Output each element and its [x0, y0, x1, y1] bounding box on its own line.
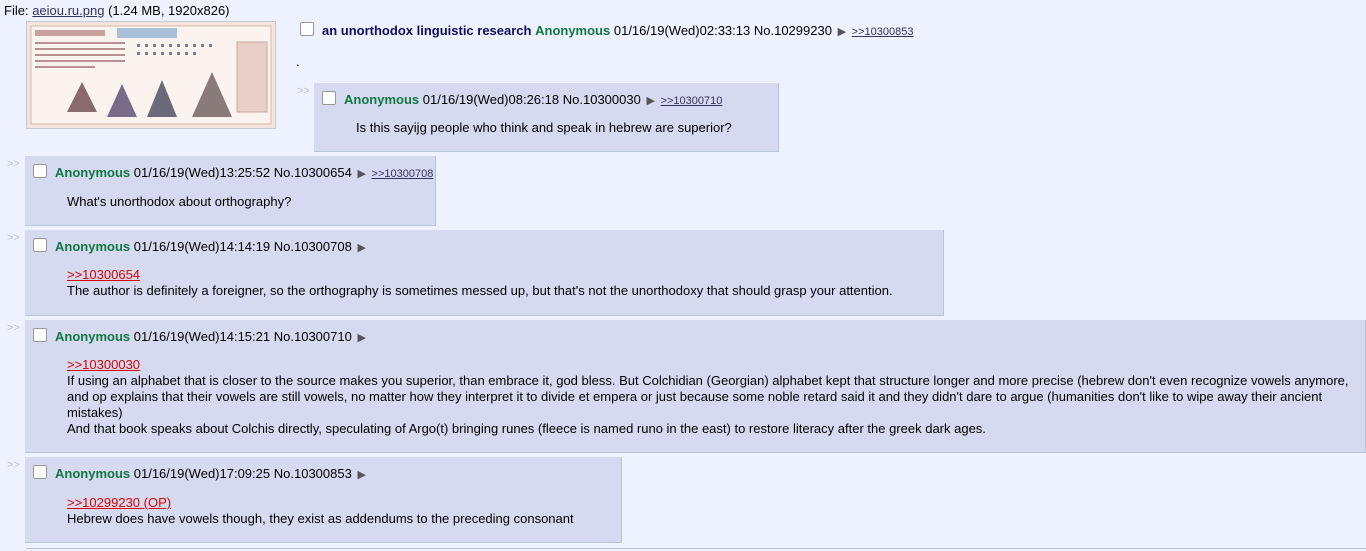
reply-select-checkbox[interactable] [33, 238, 47, 252]
file-meta: (1.24 MB, 1920x826) [108, 3, 230, 18]
op-menu-arrow-icon[interactable]: ▶ [838, 26, 846, 38]
message-line: What's unorthodox about orthography? [67, 194, 292, 209]
post-datetime: 01/16/19(Wed)17:09:25 [133, 466, 271, 481]
poster-name: Anonymous [55, 329, 131, 344]
op-thumbnail[interactable] [26, 21, 276, 129]
poster-name: Anonymous [55, 466, 131, 481]
post-menu-arrow-icon[interactable]: ▶ [357, 469, 365, 481]
reply-post-10300030: Anonymous 01/16/19(Wed)08:26:18 No.10300… [314, 83, 779, 152]
reply-side-marker: >> [7, 459, 20, 471]
post-menu-arrow-icon[interactable]: ▶ [357, 242, 365, 254]
reply-post-10300708: Anonymous 01/16/19(Wed)14:14:19 No.10300… [25, 230, 944, 316]
reply-select-checkbox[interactable] [33, 328, 47, 342]
op-subject: an unorthodox linguistic research [322, 23, 532, 38]
post-number[interactable]: No.10300708 [274, 239, 352, 254]
message-line: If using an alphabet that is closer to t… [67, 373, 1349, 388]
file-info: File: aeiou.ru.png (1.24 MB, 1920x826) [4, 3, 230, 18]
message-line: and op explains that their vowels are st… [67, 389, 1323, 404]
op-poster-name: Anonymous [535, 23, 611, 38]
reply-select-checkbox[interactable] [33, 465, 47, 479]
quote-link[interactable]: >>10300654 [67, 267, 140, 282]
post-message: >>10300030 If using an alphabet that is … [67, 357, 1365, 437]
message-line: The author is definitely a foreigner, so… [67, 283, 893, 298]
op-backlink[interactable]: >>10300853 [852, 26, 914, 38]
reply-post-10300710: Anonymous 01/16/19(Wed)14:15:21 No.10300… [25, 320, 1366, 453]
post-message: Is this sayijg people who think and spea… [356, 120, 772, 136]
post-number[interactable]: No.10300853 [274, 466, 352, 481]
reply-post-10300654: Anonymous 01/16/19(Wed)13:25:52 No.10300… [25, 156, 436, 226]
poster-name: Anonymous [55, 239, 131, 254]
post-message: >>10299230 (OP) Hebrew does have vowels … [67, 495, 615, 527]
reply-select-checkbox[interactable] [33, 164, 47, 178]
post-message: What's unorthodox about orthography? [67, 194, 429, 210]
op-body: . [296, 54, 300, 69]
reply-header: Anonymous 01/16/19(Wed)17:09:25 No.10300… [33, 465, 366, 481]
op-post-number[interactable]: No.10299230 [754, 23, 832, 38]
file-link[interactable]: aeiou.ru.png [32, 3, 104, 18]
post-backlink[interactable]: >>10300708 [372, 168, 434, 180]
reply-header: Anonymous 01/16/19(Wed)14:14:19 No.10300… [33, 238, 366, 254]
poster-name: Anonymous [344, 92, 420, 107]
post-number[interactable]: No.10300654 [274, 165, 352, 180]
poster-name: Anonymous [55, 165, 131, 180]
post-datetime: 01/16/19(Wed)14:15:21 [133, 329, 271, 344]
op-post-header: an unorthodox linguistic research Anonym… [300, 22, 913, 38]
op-datetime: 01/16/19(Wed)02:33:13 [613, 23, 751, 38]
file-label: File: [4, 3, 29, 18]
post-backlink[interactable]: >>10300710 [661, 95, 723, 107]
message-line: Is this sayijg people who think and spea… [356, 120, 732, 135]
post-menu-arrow-icon[interactable]: ▶ [357, 168, 365, 180]
reply-header: Anonymous 01/16/19(Wed)13:25:52 No.10300… [33, 164, 433, 180]
reply-side-marker: >> [297, 85, 310, 97]
reply-side-marker: >> [7, 322, 20, 334]
thread-divider [26, 548, 1366, 549]
message-line: And that book speaks about Colchis direc… [67, 421, 986, 436]
op-select-checkbox[interactable] [300, 22, 314, 36]
post-number[interactable]: No.10300030 [563, 92, 641, 107]
post-menu-arrow-icon[interactable]: ▶ [646, 95, 654, 107]
post-menu-arrow-icon[interactable]: ▶ [357, 332, 365, 344]
reply-side-marker: >> [7, 232, 20, 244]
post-message: >>10300654 The author is definitely a fo… [67, 267, 937, 299]
reply-select-checkbox[interactable] [322, 91, 336, 105]
post-datetime: 01/16/19(Wed)13:25:52 [133, 165, 271, 180]
thumbnail-image [27, 22, 275, 128]
reply-header: Anonymous 01/16/19(Wed)08:26:18 No.10300… [322, 91, 722, 107]
message-line: Hebrew does have vowels though, they exi… [67, 511, 574, 526]
quote-link[interactable]: >>10300030 [67, 357, 140, 372]
quote-link[interactable]: >>10299230 (OP) [67, 495, 171, 510]
message-line: mistakes) [67, 405, 123, 420]
post-datetime: 01/16/19(Wed)08:26:18 [422, 92, 560, 107]
reply-post-10300853: Anonymous 01/16/19(Wed)17:09:25 No.10300… [25, 457, 622, 543]
reply-header: Anonymous 01/16/19(Wed)14:15:21 No.10300… [33, 328, 366, 344]
reply-side-marker: >> [7, 158, 20, 170]
post-number[interactable]: No.10300710 [274, 329, 352, 344]
post-datetime: 01/16/19(Wed)14:14:19 [133, 239, 271, 254]
